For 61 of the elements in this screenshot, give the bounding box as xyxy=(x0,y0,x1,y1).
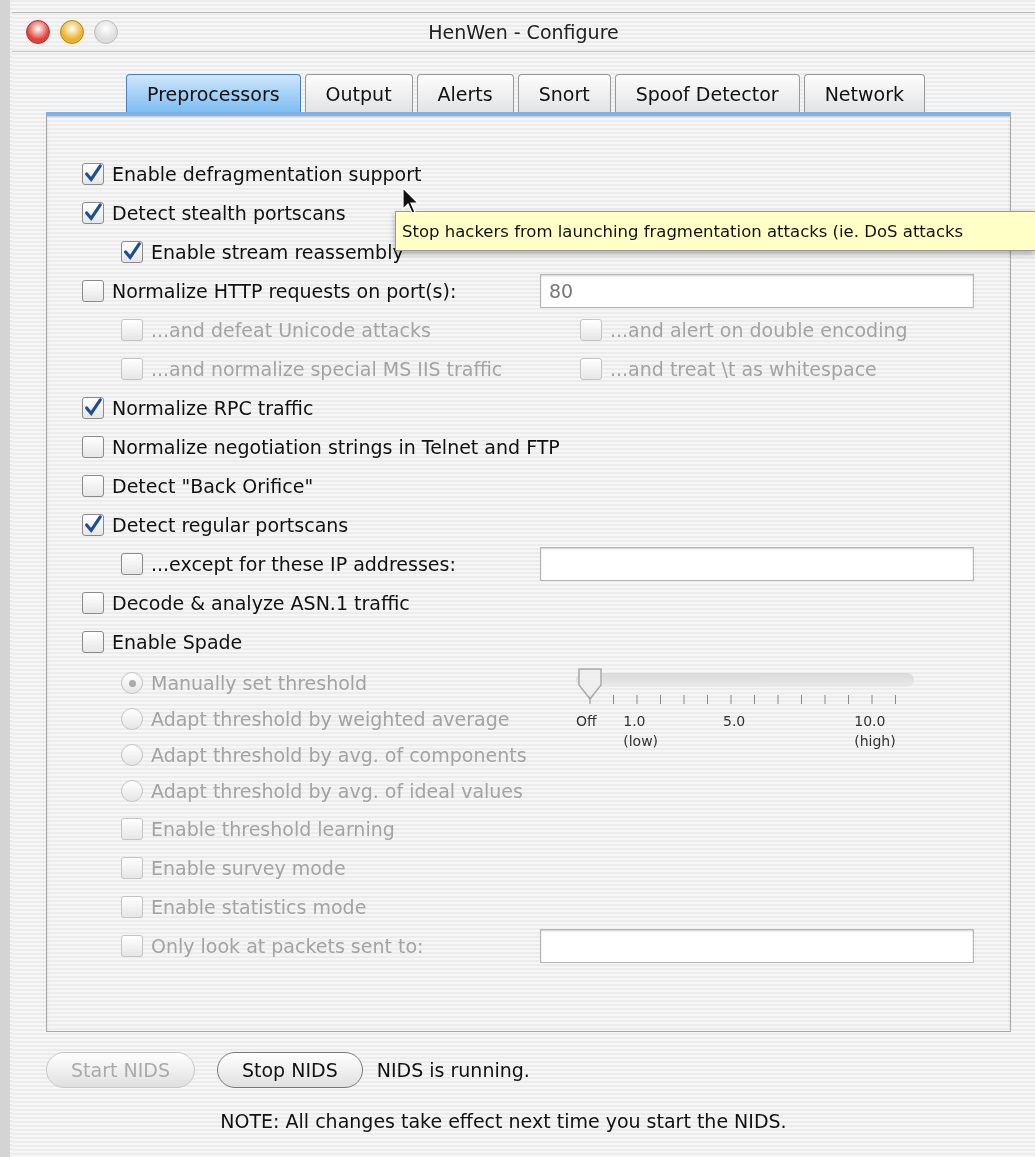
close-button[interactable] xyxy=(26,20,50,44)
checkbox-label: Enable statistics mode xyxy=(151,895,367,918)
checkbox-label: Enable threshold learning xyxy=(151,817,395,840)
checkbox[interactable] xyxy=(82,435,104,458)
text-field[interactable] xyxy=(540,546,974,581)
tab[interactable]: Network xyxy=(803,74,925,112)
checkbox-label: Detect "Back Orifice" xyxy=(112,474,314,497)
checkbox-label: ...except for these IP addresses: xyxy=(151,552,456,575)
window-title: HenWen - Configure xyxy=(428,21,619,43)
checkbox-label: Detect regular portscans xyxy=(112,513,349,536)
tab[interactable]: Spoof Detector xyxy=(614,74,800,112)
checkbox-label: Enable defragmentation support xyxy=(112,162,422,185)
radio-label: Adapt threshold by avg. of ideal values xyxy=(151,780,523,802)
checkbox-label: ...and defeat Unicode attacks xyxy=(151,318,431,341)
tick-label: 10.0 xyxy=(854,712,887,731)
checkbox[interactable] xyxy=(121,240,143,263)
checkbox[interactable] xyxy=(82,591,104,614)
radio-label: Adapt threshold by weighted average xyxy=(151,708,510,730)
checkmark-icon xyxy=(83,201,103,224)
status-text: NIDS is running. xyxy=(376,1059,530,1081)
checkbox-label: Normalize HTTP requests on port(s): xyxy=(112,279,457,302)
checkbox[interactable] xyxy=(82,279,104,302)
push-button[interactable]: Stop NIDS xyxy=(216,1052,363,1088)
checkbox[interactable] xyxy=(121,552,143,575)
checkbox-label: Normalize negotiation strings in Telnet and FTP xyxy=(112,435,560,458)
checkbox-label: Normalize RPC traffic xyxy=(112,396,314,419)
checkbox[interactable] xyxy=(82,201,104,224)
checkbox-label: Decode & analyze ASN.1 traffic xyxy=(112,591,410,614)
checkmark-icon xyxy=(122,240,142,263)
tab[interactable]: Alerts xyxy=(416,74,514,112)
checkbox[interactable] xyxy=(82,162,104,185)
checkmark-icon xyxy=(83,162,103,185)
checkmark-icon xyxy=(83,513,103,536)
text-field[interactable]: 80 xyxy=(540,273,974,308)
checkbox[interactable] xyxy=(82,630,104,653)
tick-note: (high) xyxy=(854,732,896,751)
checkbox-label: ...and normalize special MS IIS traffic xyxy=(151,357,503,380)
tick-label: Off xyxy=(576,712,597,731)
radio-label: Adapt threshold by avg. of components xyxy=(151,744,527,766)
checkbox[interactable] xyxy=(82,513,104,536)
zoom-button[interactable] xyxy=(94,20,118,44)
minimize-button[interactable] xyxy=(60,20,84,44)
checkbox-label: Only look at packets sent to: xyxy=(151,934,424,957)
checkmark-icon xyxy=(83,396,103,419)
tab[interactable]: Output xyxy=(304,74,413,112)
tick-note: (low) xyxy=(623,732,659,751)
radio-label: Manually set threshold xyxy=(151,672,368,694)
tick-label: 5.0 xyxy=(723,712,746,731)
tab[interactable]: Snort xyxy=(517,74,611,112)
checkbox[interactable] xyxy=(82,396,104,419)
checkbox-label: Enable survey mode xyxy=(151,856,346,879)
checkbox-label: Detect stealth portscans xyxy=(112,201,346,224)
checkbox-label: Enable Spade xyxy=(112,630,243,653)
pointer-icon xyxy=(402,187,420,215)
tick-label: 1.0 xyxy=(623,712,647,731)
checkbox-label: ...and treat \t as whitespace xyxy=(610,357,877,380)
tab[interactable]: Preprocessors xyxy=(126,74,301,112)
tooltip: Stop hackers from launching fragmentation attacks (ie. DoS attacks xyxy=(395,211,1035,251)
note-text: NOTE: All changes take effect next time you start the NIDS. xyxy=(219,1110,788,1132)
checkbox[interactable] xyxy=(82,474,104,497)
checkbox-label: ...and alert on double encoding xyxy=(610,318,908,341)
